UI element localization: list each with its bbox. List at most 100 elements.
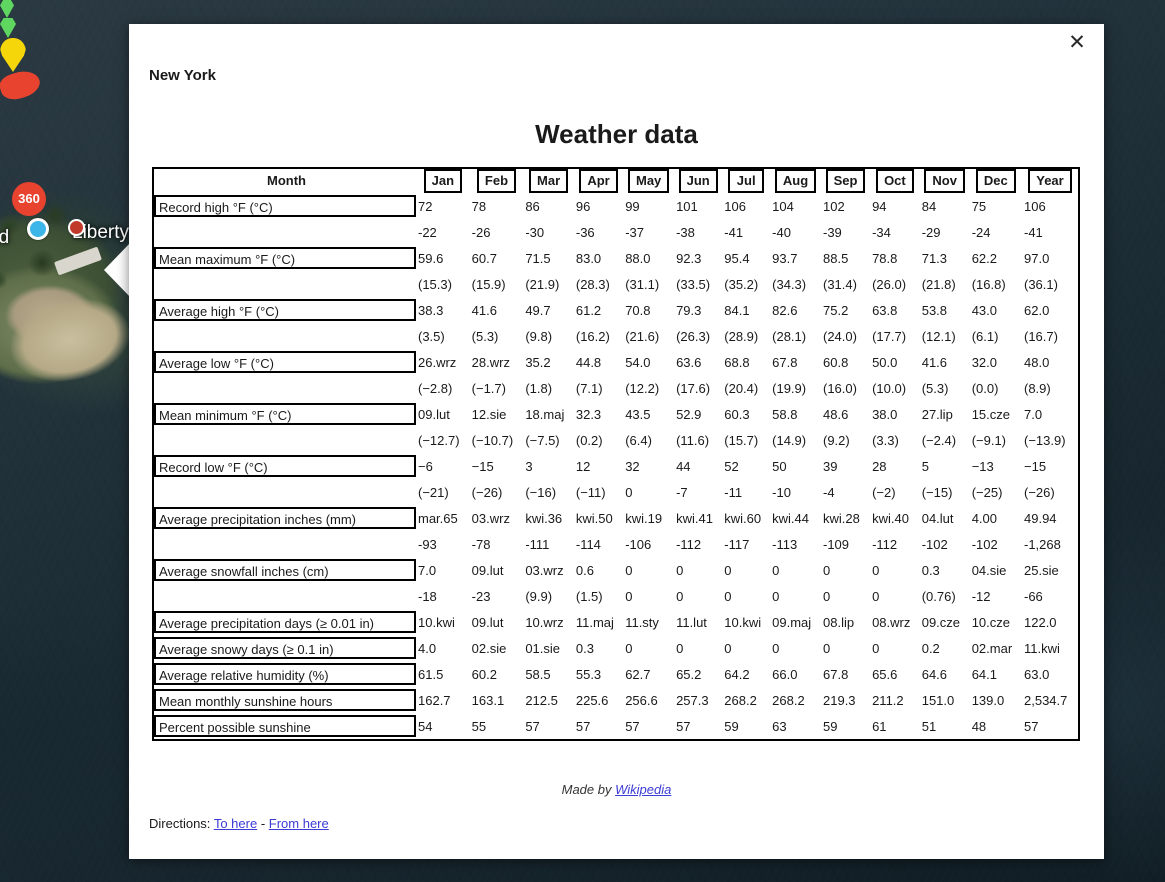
- table-cell-metric: (16.0): [823, 380, 857, 396]
- row-label-spacer: [154, 479, 416, 505]
- row-label-cell: Average precipitation inches (mm): [154, 505, 416, 531]
- table-cell: 57: [525, 718, 540, 734]
- table-cell-metric: (0.2): [575, 432, 603, 448]
- table-cell: kwi.40: [872, 510, 909, 526]
- poi-dot-marker-icon[interactable]: [68, 219, 85, 236]
- table-cell: 64.6: [921, 666, 948, 682]
- table-cell-metric: (−26): [1024, 484, 1055, 500]
- table-cell: 7.0: [418, 562, 437, 578]
- table-cell: kwi.36: [525, 510, 563, 526]
- table-cell-metric: -102: [971, 536, 998, 552]
- table-cell-metric: -112: [676, 536, 702, 552]
- table-cell-metric: (−21): [418, 484, 449, 500]
- table-cell-metric: -23: [471, 588, 491, 604]
- column-header-label: Jul: [728, 169, 765, 193]
- table-cell: 12: [575, 458, 591, 474]
- table-row-secondary: (−21) (−26) (−16) (−11) 0 -7 -11 -10 -4 (−2) (−15)…: [154, 479, 1078, 505]
- table-cell: 58.8: [772, 406, 798, 422]
- table-cell-metric: -26: [471, 224, 491, 240]
- photo-marker-icon[interactable]: [27, 218, 49, 240]
- table-cell-metric: (28.3): [575, 276, 610, 292]
- table-cell: 57: [676, 718, 691, 734]
- row-label-cell: Average precipitation days (≥ 0.01 in): [154, 609, 416, 635]
- table-cell: 162.7: [418, 692, 451, 708]
- table-cell: 03.wrz: [525, 562, 564, 578]
- table-cell: 0: [724, 562, 732, 578]
- table-cell-metric: (9.8): [525, 328, 553, 344]
- street-view-360-marker[interactable]: 360: [12, 182, 46, 216]
- table-cell: 86: [525, 198, 540, 214]
- close-icon[interactable]: ✕: [1064, 30, 1090, 56]
- table-cell: 122.0: [1024, 614, 1057, 630]
- table-cell-metric: (15.9): [471, 276, 506, 292]
- table-cell-metric: 0: [823, 588, 831, 604]
- table-cell-metric: (8.9): [1024, 380, 1051, 396]
- table-cell: 04.lut: [921, 510, 954, 526]
- table-cell-metric: (−26): [471, 484, 503, 500]
- table-cell: 41.6: [921, 354, 948, 370]
- row-label-cell: Record high °F (°C): [154, 193, 416, 219]
- table-cell: 61.2: [575, 302, 602, 318]
- table-cell: 54: [418, 718, 433, 734]
- table-cell-metric: 0: [724, 588, 732, 604]
- table-cell-metric: (15.7): [724, 432, 759, 448]
- row-label-spacer: [154, 323, 416, 349]
- table-cell-metric: -93: [418, 536, 437, 552]
- table-cell: 11.maj: [575, 614, 614, 630]
- table-row: Average precipitation days (≥ 0.01 in) 10…: [154, 609, 1078, 635]
- wikipedia-link[interactable]: Wikipedia: [615, 782, 671, 797]
- table-cell: 70.8: [625, 302, 651, 318]
- table-row: Mean maximum °F (°C) 59.6 60.7 71.5 83.0 88.0…: [154, 245, 1078, 271]
- column-header-label: Dec: [975, 169, 1016, 193]
- table-cell: 52: [724, 458, 739, 474]
- table-cell: 59.6: [418, 250, 444, 266]
- table-cell-metric: (9.2): [823, 432, 850, 448]
- directions-from-here-link[interactable]: From here: [269, 816, 329, 831]
- table-row-secondary: (15.3) (15.9) (21.9) (28.3) (31.1) (33.5) (35.…: [154, 271, 1078, 297]
- table-cell: 0: [823, 562, 831, 578]
- row-label-spacer: [154, 271, 416, 297]
- month-header-label: Month: [154, 170, 416, 192]
- table-cell-metric: -24: [971, 224, 991, 240]
- table-cell: 106: [724, 198, 746, 214]
- table-cell: 93.7: [772, 250, 798, 266]
- table-cell: 0: [823, 640, 831, 656]
- table-cell: 02.mar: [971, 640, 1013, 656]
- table-cell-metric: (21.6): [625, 328, 660, 344]
- table-cell: 0: [676, 640, 684, 656]
- table-cell: 25.sie: [1024, 562, 1059, 578]
- table-cell: 83.0: [575, 250, 602, 266]
- table-cell: 62.0: [1024, 302, 1050, 318]
- table-cell: 44: [676, 458, 691, 474]
- table-cell-metric: -40: [772, 224, 791, 240]
- row-label-spacer: [154, 583, 416, 609]
- table-cell-metric: 0: [625, 588, 633, 604]
- table-cell: 32.0: [971, 354, 997, 370]
- table-cell-metric: (−2.4): [921, 432, 957, 448]
- weather-table-container: Month Jan Feb Mar Apr May Jun Jul Aug Se…: [152, 167, 1080, 741]
- table-cell: 11.sty: [625, 614, 659, 630]
- table-cell: 211.2: [872, 692, 904, 708]
- table-cell: 48: [971, 718, 987, 734]
- directions-to-here-link[interactable]: To here: [214, 816, 257, 831]
- row-label-spacer: [154, 375, 416, 401]
- table-cell: 49.7: [525, 302, 551, 318]
- table-cell: 41.6: [471, 302, 497, 318]
- table-cell: 84: [921, 198, 937, 214]
- table-row-secondary: (3.5) (5.3) (9.8) (16.2) (21.6) (26.3) (28.9) (…: [154, 323, 1078, 349]
- table-cell-metric: -106: [625, 536, 652, 552]
- row-label: Average precipitation days (≥ 0.01 in): [154, 611, 416, 633]
- column-header-label: Nov: [924, 169, 965, 193]
- table-cell-metric: (−2): [872, 484, 896, 500]
- table-cell: 0: [872, 640, 880, 656]
- table-cell: 3: [525, 458, 533, 474]
- table-cell: 67.8: [772, 354, 798, 370]
- table-cell: 219.3: [823, 692, 856, 708]
- table-cell-metric: 0: [872, 588, 880, 604]
- table-cell-metric: (17.6): [676, 380, 711, 396]
- table-cell: −15: [471, 458, 494, 474]
- table-cell: 55.3: [575, 666, 602, 682]
- table-cell: 106: [1024, 198, 1046, 214]
- table-cell: 38.0: [872, 406, 898, 422]
- table-cell: 163.1: [471, 692, 505, 708]
